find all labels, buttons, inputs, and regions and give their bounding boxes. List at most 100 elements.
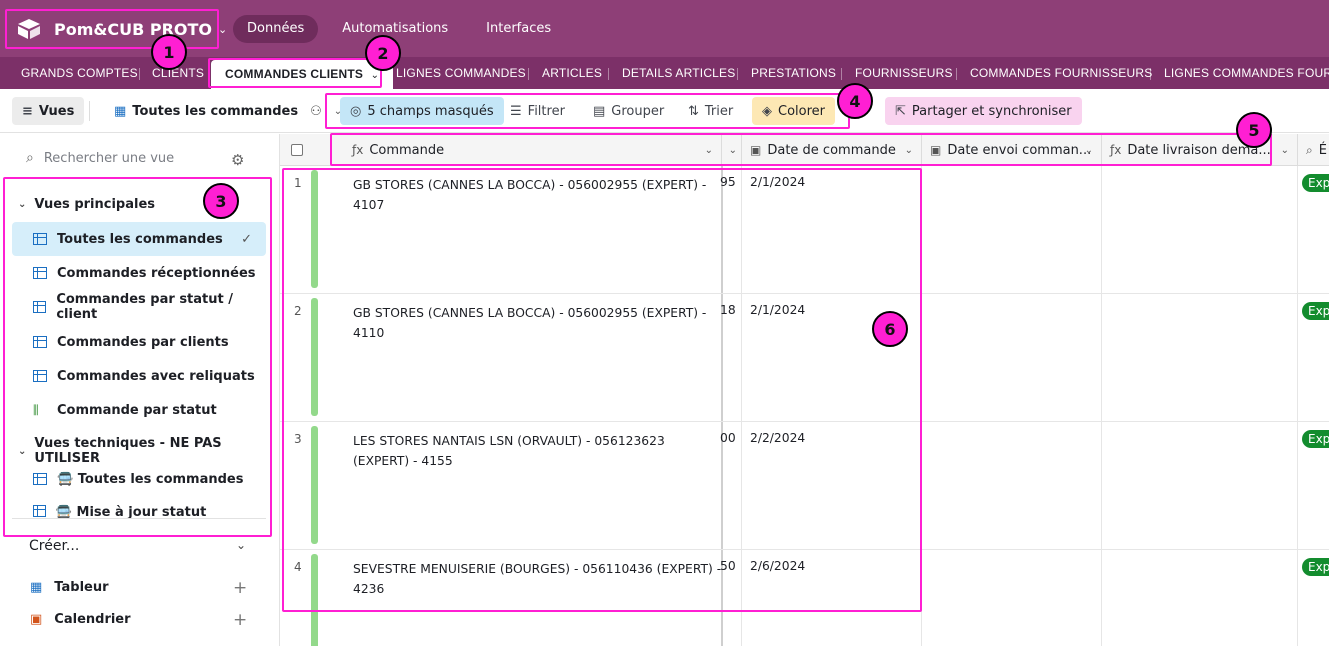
plus-icon[interactable]: + [233, 610, 247, 630]
base-name: Pom&CUB PROTO [54, 19, 213, 39]
share-sync-label: Partager et synchroniser [911, 103, 1072, 119]
tab-articles[interactable]: ARTICLES [542, 57, 602, 89]
grid-view-icon [33, 473, 47, 485]
tab-lignes-commandes-fournisseurs[interactable]: LIGNES COMMANDES FOURNI [1164, 57, 1329, 89]
cell-hidden-partial[interactable]: 95 [720, 175, 736, 189]
column-label: É [1318, 142, 1327, 158]
column-header-commande[interactable]: ƒx Commande ⌄ [344, 134, 722, 166]
chevron-down-icon[interactable]: ⌄ [705, 145, 713, 156]
current-view-label: Toutes les commandes [132, 103, 299, 119]
table-row[interactable]: 3 LES STORES NANTAIS LSN (ORVAULT) - 056… [280, 422, 1329, 550]
column-header-date-commande[interactable]: ▣ Date de commande ⌄ [742, 134, 922, 166]
tab-separator [737, 68, 738, 80]
group-button[interactable]: ▤ Grouper [583, 97, 674, 125]
annotation-badge-5: 5 [1236, 112, 1272, 148]
sidebar-view-commandes-par-clients[interactable]: Commandes par clients [12, 325, 266, 359]
cell-commande[interactable]: SEVESTRE MENUISERIE (BOURGES) - 05611043… [353, 559, 723, 599]
tab-separator [528, 68, 529, 80]
chevron-down-icon[interactable]: ⌄ [905, 145, 913, 156]
cell-commande[interactable]: GB STORES (CANNES LA BOCCA) - 056002955 … [353, 303, 723, 343]
share-sync-button[interactable]: ⇱ Partager et synchroniser [885, 97, 1082, 125]
hidden-fields-label: 5 champs masqués [367, 103, 494, 119]
nav-donnees[interactable]: Données [233, 15, 319, 43]
chevron-down-icon[interactable]: ⌄ [1085, 145, 1093, 156]
sort-icon: ⇅ [688, 103, 699, 119]
tab-details-articles[interactable]: DETAILS ARTICLES [622, 57, 735, 89]
sidebar-view-tech-toutes-les-commandes[interactable]: 🚍 Toutes les commandes [12, 462, 266, 496]
sidebar-view-toutes-les-commandes[interactable]: Toutes les commandes ✓ [12, 222, 266, 256]
sidebar-view-commandes-receptionnees[interactable]: Commandes réceptionnées [12, 256, 266, 290]
eye-off-icon: ◎ [350, 103, 362, 119]
views-sidebar: ⌕ Rechercher une vue ⚙ ⌄ Vues principale… [0, 134, 280, 646]
sidebar-view-tech-maj-statut[interactable]: 🚍 Mise à jour statut expédition [12, 496, 266, 518]
table-tabs: GRANDS COMPTES CLIENTS COMMANDES CLIENTS… [0, 57, 1329, 89]
column-header-hidden-partial[interactable]: ⌄ [722, 134, 742, 166]
tab-commandes-clients[interactable]: COMMANDES CLIENTS ⌄ [211, 60, 394, 89]
cell-date-commande[interactable]: 2/1/2024 [750, 303, 805, 317]
base-selector[interactable]: Pom&CUB PROTO ⌄ [16, 12, 227, 46]
view-label: Commandes réceptionnées [57, 265, 256, 281]
create-calendar-view[interactable]: ▣ Calendrier [30, 612, 131, 627]
grid-view-icon [33, 301, 47, 313]
select-all-checkbox[interactable] [291, 144, 303, 156]
chevron-down-icon[interactable]: ⌄ [1281, 145, 1289, 156]
cell-date-commande[interactable]: 2/1/2024 [750, 175, 805, 189]
tab-commandes-fournisseurs[interactable]: COMMANDES FOURNISSEURS [970, 57, 1152, 89]
cell-date-commande[interactable]: 2/2/2024 [750, 431, 805, 445]
column-header-date-envoi[interactable]: ▣ Date envoi comman... ⌄ [922, 134, 1102, 166]
view-label: 🚍 Toutes les commandes [57, 471, 244, 487]
lookup-icon: ⌕ [1306, 142, 1313, 157]
sidebar-view-commandes-avec-reliquats[interactable]: Commandes avec reliquats [12, 359, 266, 393]
views-toggle-button[interactable]: ≡ Vues [12, 97, 85, 125]
view-label: 🚍 Mise à jour statut expédition [55, 505, 207, 518]
cell-hidden-partial[interactable]: 50 [720, 559, 736, 573]
grid-view-icon [33, 233, 47, 245]
grid-view-icon: ▦ [114, 103, 127, 119]
column-label: Date de commande [767, 142, 896, 158]
views-toggle-label: Vues [38, 103, 75, 119]
calendar-icon: ▣ [750, 143, 762, 157]
tab-lignes-commandes[interactable]: LIGNES COMMANDES [396, 57, 526, 89]
section-vues-principales[interactable]: ⌄ Vues principales [18, 197, 155, 212]
view-toolbar: ≡ Vues ▦ Toutes les commandes ⚇ ⌄ ◎ 5 ch… [0, 89, 1329, 133]
status-badge: Exp [1302, 430, 1329, 448]
table-row[interactable]: 1 GB STORES (CANNES LA BOCCA) - 05600295… [280, 166, 1329, 294]
sort-button[interactable]: ⇅ Trier [678, 97, 743, 125]
cell-hidden-partial[interactable]: 00 [720, 431, 736, 445]
gear-icon[interactable]: ⚙ [231, 151, 244, 169]
view-label: Commandes par clients [57, 334, 229, 350]
table-row[interactable]: 2 GB STORES (CANNES LA BOCCA) - 05600295… [280, 294, 1329, 422]
hidden-fields-button[interactable]: ◎ 5 champs masqués [340, 97, 504, 125]
view-label: Commande par statut [57, 402, 217, 418]
cell-commande[interactable]: LES STORES NANTAIS LSN (ORVAULT) - 05612… [353, 431, 703, 471]
nav-interfaces[interactable]: Interfaces [472, 15, 565, 43]
plus-icon[interactable]: + [233, 578, 247, 598]
cell-commande[interactable]: GB STORES (CANNES LA BOCCA) - 056002955 … [353, 175, 723, 215]
annotation-badge-1: 1 [151, 34, 187, 70]
filter-button[interactable]: ☰ Filtrer [500, 97, 575, 125]
sidebar-view-commande-par-statut[interactable]: ⫼ Commande par statut [12, 393, 266, 427]
create-view-label[interactable]: Créer... [29, 538, 79, 554]
chevron-down-icon[interactable]: ⌄ [729, 145, 737, 156]
row-color-indicator [311, 554, 318, 646]
collaborators-icon: ⚇ [310, 103, 322, 119]
cell-hidden-partial[interactable]: 18 [720, 303, 736, 317]
current-view-button[interactable]: ▦ Toutes les commandes ⚇ ⌄ [104, 97, 352, 125]
tab-fournisseurs[interactable]: FOURNISSEURS [855, 57, 953, 89]
chevron-down-icon[interactable]: ⌄ [236, 538, 246, 552]
cell-date-commande[interactable]: 2/6/2024 [750, 559, 805, 573]
row-number: 4 [294, 560, 302, 574]
column-header-etat[interactable]: ⌕ É [1298, 134, 1329, 166]
sidebar-view-commandes-par-statut-client[interactable]: Commandes par statut / client [12, 290, 266, 324]
column-label: Date envoi comman... [947, 142, 1092, 158]
table-row[interactable]: 4 SEVESTRE MENUISERIE (BOURGES) - 056110… [280, 550, 1329, 646]
annotation-badge-6: 6 [872, 311, 908, 347]
formula-icon: ƒx [352, 143, 364, 157]
tab-prestations[interactable]: PRESTATIONS [751, 57, 836, 89]
view-search-input[interactable]: ⌕ Rechercher une vue [26, 150, 174, 166]
status-badge: Exp [1302, 174, 1329, 192]
row-color-indicator [311, 298, 318, 416]
create-spreadsheet-view[interactable]: ▦ Tableur [30, 580, 109, 595]
color-button[interactable]: ◈ Colorer [752, 97, 835, 125]
tab-grands-comptes[interactable]: GRANDS COMPTES [21, 57, 138, 89]
